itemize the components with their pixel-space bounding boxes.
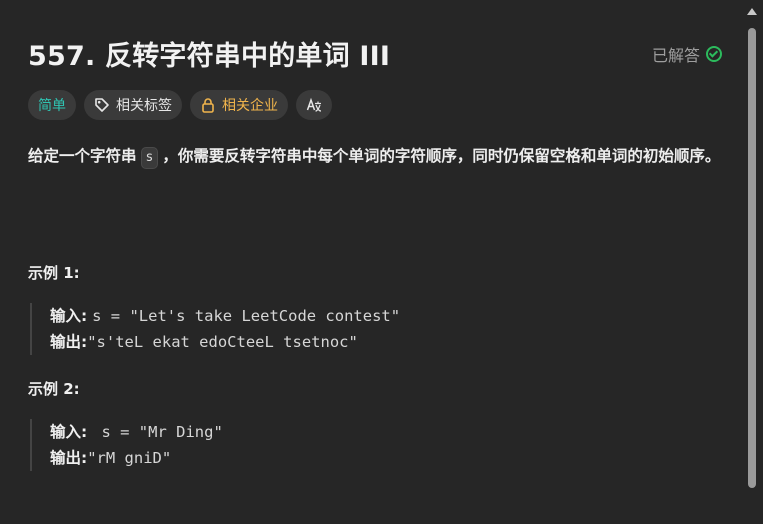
description-text-2: ，你需要反转字符串中每个单词的字符顺序，同时仍保留空格和单词的初始顺序。 bbox=[162, 147, 721, 165]
title-row: 557. 反转字符串中的单词 III 已解答 bbox=[28, 34, 722, 74]
related-companies-button[interactable]: 相关企业 bbox=[190, 90, 288, 120]
example-1-block: 输入: s = "Let's take LeetCode contest" 输出… bbox=[30, 303, 400, 355]
problem-description: 给定一个字符串 s ，你需要反转字符串中每个单词的字符顺序，同时仍保留空格和单词的初… bbox=[28, 143, 728, 169]
output-value: "s'teL ekat edoCteeL tsetnoc" bbox=[87, 333, 358, 351]
translate-button[interactable] bbox=[296, 90, 332, 120]
related-topics-button[interactable]: 相关标签 bbox=[84, 90, 182, 120]
input-label: 输入: bbox=[50, 423, 88, 441]
output-label: 输出: bbox=[50, 333, 88, 351]
problem-title[interactable]: 557. 反转字符串中的单词 III bbox=[28, 34, 390, 73]
tag-bar: 简单 相关标签 相关企业 bbox=[28, 90, 332, 120]
example-2-title: 示例 2: bbox=[28, 380, 80, 398]
solved-label: 已解答 bbox=[651, 46, 700, 65]
example-1-title: 示例 1: bbox=[28, 264, 80, 282]
difficulty-badge: 简单 bbox=[28, 90, 76, 120]
translate-icon bbox=[306, 97, 322, 112]
input-value: s = "Mr Ding" bbox=[92, 423, 223, 441]
related-topics-label: 相关标签 bbox=[116, 98, 172, 114]
check-circle-icon bbox=[706, 46, 722, 62]
example-2-output: 输出:"rM gniD" bbox=[50, 445, 223, 471]
solved-status: 已解答 bbox=[652, 42, 722, 66]
example-2-block: 输入: s = "Mr Ding" 输出:"rM gniD" bbox=[30, 419, 223, 471]
inline-code: s bbox=[140, 147, 159, 169]
difficulty-label: 简单 bbox=[38, 98, 66, 114]
scroll-up-arrow-icon[interactable] bbox=[747, 8, 757, 15]
lock-icon bbox=[202, 98, 214, 113]
description-text-1: 给定一个字符串 bbox=[28, 147, 137, 165]
example-1-input: 输入: s = "Let's take LeetCode contest" bbox=[50, 303, 400, 329]
output-label: 输出: bbox=[50, 449, 88, 467]
related-companies-label: 相关企业 bbox=[222, 98, 278, 114]
output-value: "rM gniD" bbox=[87, 449, 172, 467]
example-2-input: 输入: s = "Mr Ding" bbox=[50, 419, 223, 445]
example-1-output: 输出:"s'teL ekat edoCteeL tsetnoc" bbox=[50, 329, 400, 355]
input-label: 输入: bbox=[50, 307, 88, 325]
input-value: s = "Let's take LeetCode contest" bbox=[92, 307, 401, 325]
scroll-thumb[interactable] bbox=[748, 28, 756, 488]
scrollbar[interactable] bbox=[747, 8, 757, 516]
tag-icon bbox=[95, 98, 109, 112]
